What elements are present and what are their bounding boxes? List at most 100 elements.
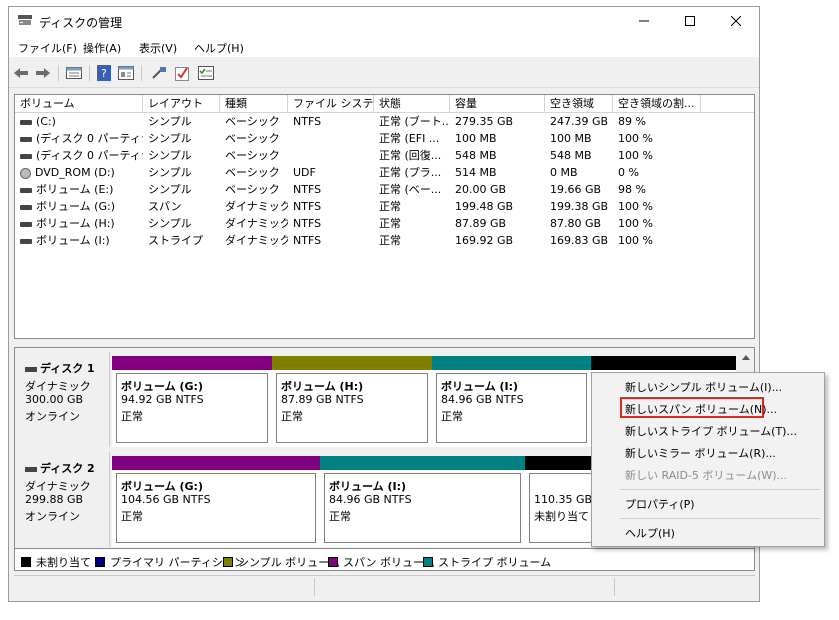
cell-filesystem	[288, 147, 374, 164]
disk-2-info[interactable]: ディスク 2 ダイナミック 299.88 GB オンライン	[16, 452, 110, 547]
menu-action[interactable]: 操作(A)	[83, 40, 121, 56]
cell-status: 正常 (ベー...	[379, 183, 442, 196]
column-header-status[interactable]: 状態	[374, 95, 450, 113]
partition-status: 正常	[441, 410, 463, 423]
cell-volume: (ディスク 0 パーティシ...	[15, 130, 143, 147]
legend-swatch	[223, 557, 233, 567]
volume-list[interactable]: ボリューム レイアウト 種類 ファイル システム 状態 容量 空き領域 空き領域…	[14, 94, 755, 339]
cell-free-space: 87.80 GB	[550, 217, 602, 230]
cell-type: ダイナミック	[225, 217, 288, 230]
cell-layout: シンプル	[148, 166, 192, 179]
title-bar: ディスクの管理	[9, 7, 759, 35]
partition-type-bar	[591, 356, 736, 370]
cell-layout: シンプル	[148, 217, 192, 230]
partition-type-bar	[320, 456, 525, 470]
disk-management-app-icon	[18, 15, 32, 25]
toolbar-separator	[89, 65, 90, 81]
menu-new-mirrored-volume[interactable]: 新しいミラー ボリューム(R)...	[625, 445, 776, 461]
partition-type-bar	[432, 356, 591, 370]
disk-list-button[interactable]	[65, 64, 83, 82]
cell-volume: ボリューム (G:)	[15, 198, 143, 215]
partition-name: ボリューム (G:)	[121, 480, 203, 493]
menu-help-item[interactable]: ヘルプ(H)	[625, 525, 675, 541]
cell-free-space: 169.83 GB	[550, 234, 609, 247]
column-header-volume[interactable]: ボリューム	[15, 95, 143, 113]
menu-new-striped-volume[interactable]: 新しいストライプ ボリューム(T)...	[625, 423, 797, 439]
cell-filesystem: NTFS	[293, 183, 322, 196]
partition-type-bar	[112, 456, 320, 470]
cell-filesystem	[288, 130, 374, 147]
disk-2-type: ダイナミック	[25, 480, 91, 493]
properties-button[interactable]	[117, 64, 135, 82]
cell-capacity: 548 MB	[455, 149, 497, 162]
list-icon	[198, 66, 214, 80]
menu-file[interactable]: ファイル(F)	[18, 40, 77, 56]
disk-1-info[interactable]: ディスク 1 ダイナミック 300.00 GB オンライン	[16, 352, 110, 447]
disk-2-partition-i[interactable]: ボリューム (I:) 84.96 GB NTFS 正常	[320, 456, 525, 547]
cell-filesystem: NTFS	[293, 115, 322, 128]
cell-volume: ボリューム (H:)	[15, 215, 143, 232]
disk-1-partition-h[interactable]: ボリューム (H:) 87.89 GB NTFS 正常	[272, 356, 432, 447]
list-button[interactable]	[197, 64, 215, 82]
column-header-capacity[interactable]: 容量	[450, 95, 545, 113]
minimize-icon	[639, 20, 649, 22]
help-icon: ?	[97, 65, 111, 81]
disk-list-icon	[66, 67, 82, 79]
cell-capacity: 279.35 GB	[455, 115, 514, 128]
cell-free-space: 247.39 GB	[550, 115, 609, 128]
menu-properties[interactable]: プロパティ(P)	[625, 496, 695, 512]
back-button[interactable]	[12, 64, 30, 82]
column-header-type[interactable]: 種類	[220, 95, 288, 113]
disk-1-partition-g[interactable]: ボリューム (G:) 94.92 GB NTFS 正常	[112, 356, 272, 447]
check-button[interactable]	[173, 64, 191, 82]
legend-swatch	[95, 557, 105, 567]
column-header-filesystem[interactable]: ファイル システム	[288, 95, 374, 113]
maximize-button[interactable]	[667, 7, 713, 35]
cell-capacity: 514 MB	[455, 166, 497, 179]
disk-2-partition-g[interactable]: ボリューム (G:) 104.56 GB NTFS 正常	[112, 456, 320, 547]
cell-type: ベーシック	[225, 132, 280, 145]
cell-status: 正常 (回復...	[379, 149, 442, 162]
menu-view[interactable]: 表示(V)	[139, 40, 177, 56]
column-header-layout[interactable]: レイアウト	[143, 95, 220, 113]
cell-free-percent: 100 %	[618, 234, 653, 247]
partition-type-bar	[272, 356, 432, 370]
forward-arrow-icon	[36, 68, 50, 78]
partition-size: 104.56 GB NTFS	[121, 493, 211, 506]
minimize-button[interactable]	[621, 7, 667, 35]
menu-help[interactable]: ヘルプ(H)	[194, 40, 244, 56]
cell-volume: ボリューム (E:)	[15, 181, 143, 198]
cell-status: 正常 (EFI ...	[379, 132, 440, 145]
scroll-up-arrow-icon[interactable]	[740, 352, 752, 364]
menu-new-simple-volume[interactable]: 新しいシンプル ボリューム(I)...	[625, 379, 782, 395]
cell-layout: シンプル	[148, 149, 192, 162]
cell-type: ベーシック	[225, 115, 280, 128]
column-header-free-percent[interactable]: 空き領域の割...	[613, 95, 701, 113]
cell-free-space: 199.38 GB	[550, 200, 609, 213]
volume-icon	[20, 153, 32, 159]
cell-status: 正常 (ブート...	[379, 115, 450, 128]
cell-layout: シンプル	[148, 115, 192, 128]
cell-status: 正常	[379, 217, 401, 230]
cell-free-percent: 0 %	[618, 166, 639, 179]
column-header-free-space[interactable]: 空き領域	[545, 95, 613, 113]
forward-button[interactable]	[34, 64, 52, 82]
connect-button[interactable]	[150, 64, 168, 82]
disk-1-partition-i[interactable]: ボリューム (I:) 84.96 GB NTFS 正常	[432, 356, 591, 447]
cell-capacity: 169.92 GB	[455, 234, 514, 247]
volume-icon	[20, 221, 32, 227]
cell-type: ダイナミック	[225, 200, 288, 213]
partition-size: 94.92 GB NTFS	[121, 393, 204, 406]
legend-span-volume: スパン ボリューム	[328, 554, 435, 570]
toolbar-separator	[141, 65, 142, 81]
cell-capacity: 20.00 GB	[455, 183, 507, 196]
menu-new-raid5-volume: 新しい RAID-5 ボリューム(W)...	[625, 469, 788, 482]
menu-bar: ファイル(F) 操作(A) 表示(V) ヘルプ(H)	[9, 35, 759, 57]
cell-type: ベーシック	[225, 166, 280, 179]
cell-free-space: 19.66 GB	[550, 183, 602, 196]
dvd-drive-icon	[20, 167, 31, 179]
help-button[interactable]: ?	[95, 64, 113, 82]
menu-new-spanned-volume[interactable]: 新しいスパン ボリューム(N)...	[625, 401, 777, 417]
disk-1-type: ダイナミック	[25, 380, 91, 393]
close-button[interactable]	[713, 7, 759, 35]
